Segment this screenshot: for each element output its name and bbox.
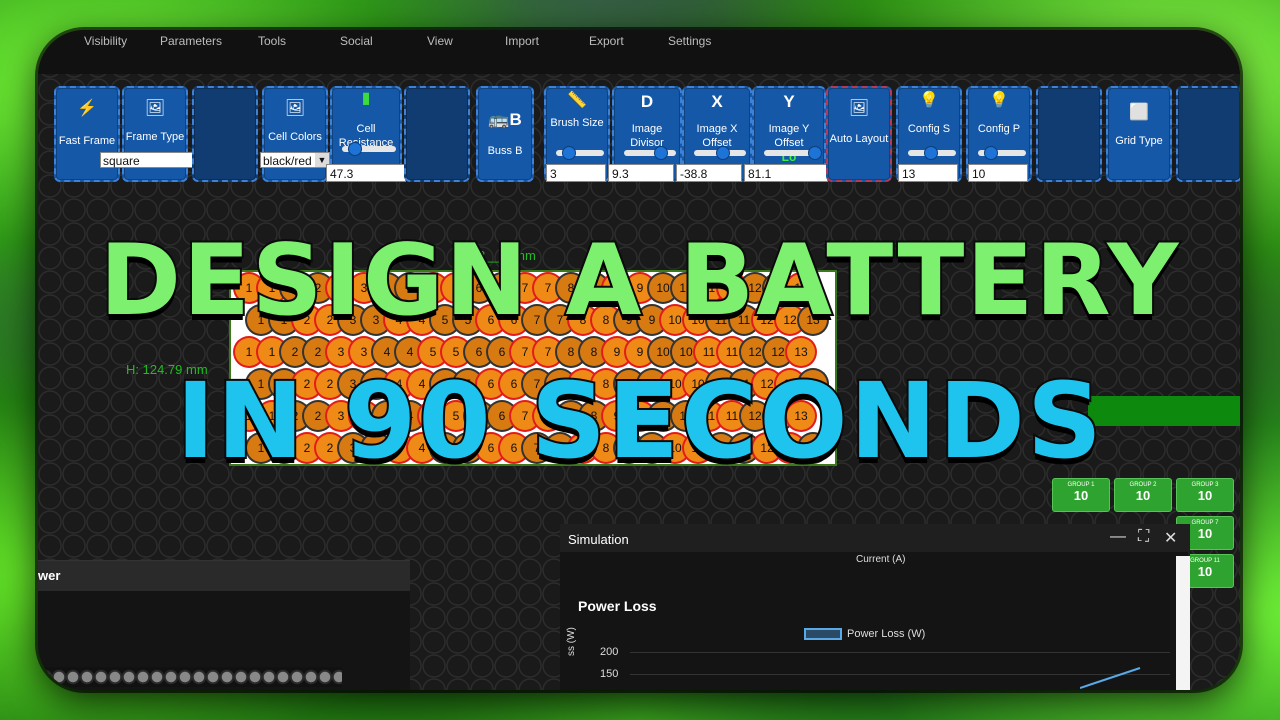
auto-layout-button[interactable]: 🖼 Auto Layout [826, 86, 892, 182]
simulation-body: Current (A) Power Loss Power Loss (W) 20… [560, 552, 1188, 690]
auto-layout-label: Auto Layout [829, 133, 889, 145]
group-card[interactable]: GROUP 3 10 [1176, 478, 1234, 512]
menu-social[interactable]: Social [340, 30, 373, 48]
frame-type-value: square [103, 154, 140, 168]
cell-colors-label: Cell Colors [268, 131, 322, 143]
power-panel-title: wer [38, 561, 410, 591]
d-glyph-icon: D [640, 92, 654, 111]
config-p-label: Config P [977, 123, 1021, 135]
cell-colors-value: black/red [263, 154, 312, 168]
menu-visibility[interactable]: Visibility [84, 30, 127, 48]
gridline [630, 652, 1170, 653]
headline-line-1: DESIGN A BATTERY [98, 222, 1181, 340]
brush-size-input[interactable]: 3 [546, 164, 606, 182]
menu-parameters[interactable]: Parameters [160, 30, 222, 48]
cell-strip [38, 667, 342, 687]
image-divisor-input[interactable]: 9.3 [608, 164, 674, 182]
config-s-slider[interactable] [908, 146, 956, 160]
y-tick-200: 200 [600, 646, 619, 658]
group-value: 10 [1197, 488, 1213, 503]
maximize-icon[interactable]: ⛶ [1138, 528, 1149, 546]
toolbar: ⚡ Fast Frame 🖼 Frame Type square ▼ 🖼 Cel… [50, 82, 1240, 186]
empty-slot [1036, 86, 1102, 182]
current-axis-label: Current (A) [856, 554, 906, 565]
battery-icon: ▮ [361, 90, 371, 107]
menu-tools[interactable]: Tools [258, 30, 286, 48]
slider-knob[interactable] [654, 146, 668, 160]
menu-import[interactable]: Import [505, 30, 539, 48]
slider-knob[interactable] [716, 146, 730, 160]
cell-resistance-input[interactable]: 47.3 [326, 164, 406, 182]
simulation-window: Simulation — ⛶ ✕ Current (A) Power Loss … [560, 524, 1190, 690]
power-loss-line [1080, 667, 1141, 689]
image-divisor-label: Image Divisor [630, 123, 664, 149]
cell-resistance-slider[interactable] [342, 142, 396, 156]
slider-knob[interactable] [924, 146, 938, 160]
group-value: 10 [1073, 488, 1089, 503]
bus-icon: 🚌B [488, 110, 522, 129]
group-value: 10 [1135, 488, 1151, 503]
minimize-icon[interactable]: — [1110, 528, 1126, 546]
cell-colors-select[interactable]: black/red ▼ [260, 152, 330, 168]
power-panel: wer [38, 560, 410, 690]
image-y-offset-slider[interactable] [764, 146, 822, 160]
empty-slot [404, 86, 470, 182]
grid-type-label: Grid Type [1115, 135, 1163, 147]
x-glyph-icon: X [711, 92, 723, 111]
menu-view[interactable]: View [427, 30, 453, 48]
menu-bar: Visibility Parameters Tools Social View … [38, 30, 1240, 74]
buss-b-tool[interactable]: 🚌B Buss B [476, 86, 534, 182]
image-icon: 🖼 [144, 100, 166, 117]
grid-type-button[interactable]: ⬜ Grid Type [1106, 86, 1172, 182]
slider-knob[interactable] [808, 146, 822, 160]
image-y-offset-input[interactable]: 81.1 [744, 164, 828, 182]
group-card[interactable]: GROUP 1 10 [1052, 478, 1110, 512]
image-x-offset-slider[interactable] [694, 146, 746, 160]
frame-type-label: Frame Type [125, 131, 185, 143]
close-icon[interactable]: ✕ [1164, 528, 1177, 548]
power-loss-title: Power Loss [578, 598, 657, 614]
menu-export[interactable]: Export [589, 30, 624, 48]
scrollbar[interactable] [1176, 556, 1190, 690]
config-s-input[interactable]: 13 [898, 164, 958, 182]
ruler-icon: 📏 [567, 92, 587, 109]
image-icon: 🖼 [848, 100, 870, 117]
slider-knob[interactable] [348, 142, 362, 156]
brush-size-slider[interactable] [556, 146, 604, 160]
menu-settings[interactable]: Settings [668, 30, 711, 48]
config-p-slider[interactable] [978, 146, 1026, 160]
simulation-title: Simulation [568, 532, 629, 547]
buss-b-label: Buss B [487, 145, 523, 157]
empty-slot [1176, 86, 1240, 182]
legend-label: Power Loss (W) [847, 628, 926, 640]
y-tick-150: 150 [600, 668, 619, 680]
slider-knob[interactable] [562, 146, 576, 160]
group-card[interactable]: GROUP 2 10 [1114, 478, 1172, 512]
lightning-icon: ⚡ [77, 100, 97, 117]
empty-slot [192, 86, 258, 182]
image-x-offset-input[interactable]: -38.8 [676, 164, 742, 182]
legend-swatch [804, 628, 842, 640]
lightbulb-icon: 💡 [919, 92, 939, 109]
slider-knob[interactable] [984, 146, 998, 160]
image-divisor-slider[interactable] [624, 146, 676, 160]
image-x-offset-label: Image X Offset [696, 123, 738, 149]
y-axis-label: ss (W) [566, 627, 577, 656]
buss-b-glyph: B [509, 110, 522, 129]
lightbulb-icon: 💡 [989, 92, 1009, 109]
config-s-label: Config S [907, 123, 951, 135]
image-icon: 🖼 [284, 100, 306, 117]
config-p-input[interactable]: 10 [968, 164, 1028, 182]
brush-size-label: Brush Size [550, 117, 604, 129]
headline-line-2: IN 90 SECONDS [174, 358, 1104, 484]
fast-frame-label: Fast Frame [58, 135, 116, 147]
y-glyph-icon: Y [783, 92, 795, 111]
square-icon: ⬜ [1129, 104, 1149, 121]
